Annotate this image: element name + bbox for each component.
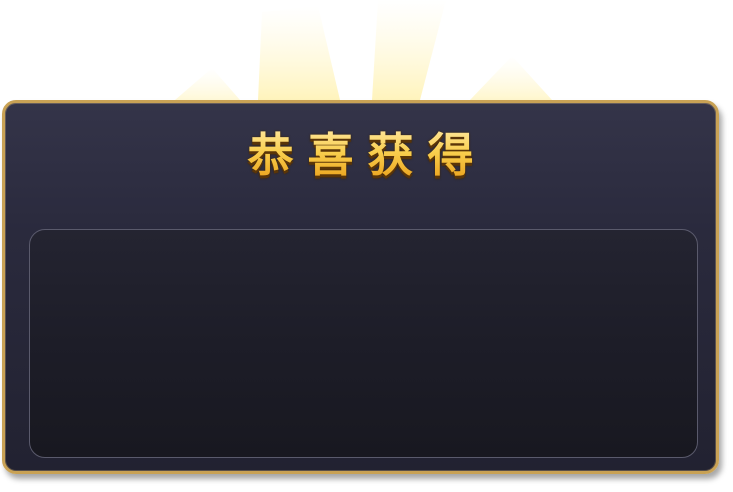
reward-popup: 恭喜获得	[0, 0, 733, 492]
reward-content-area	[29, 229, 698, 458]
reward-dialog-panel: 恭喜获得	[2, 100, 719, 474]
dialog-title: 恭喜获得	[5, 125, 716, 185]
